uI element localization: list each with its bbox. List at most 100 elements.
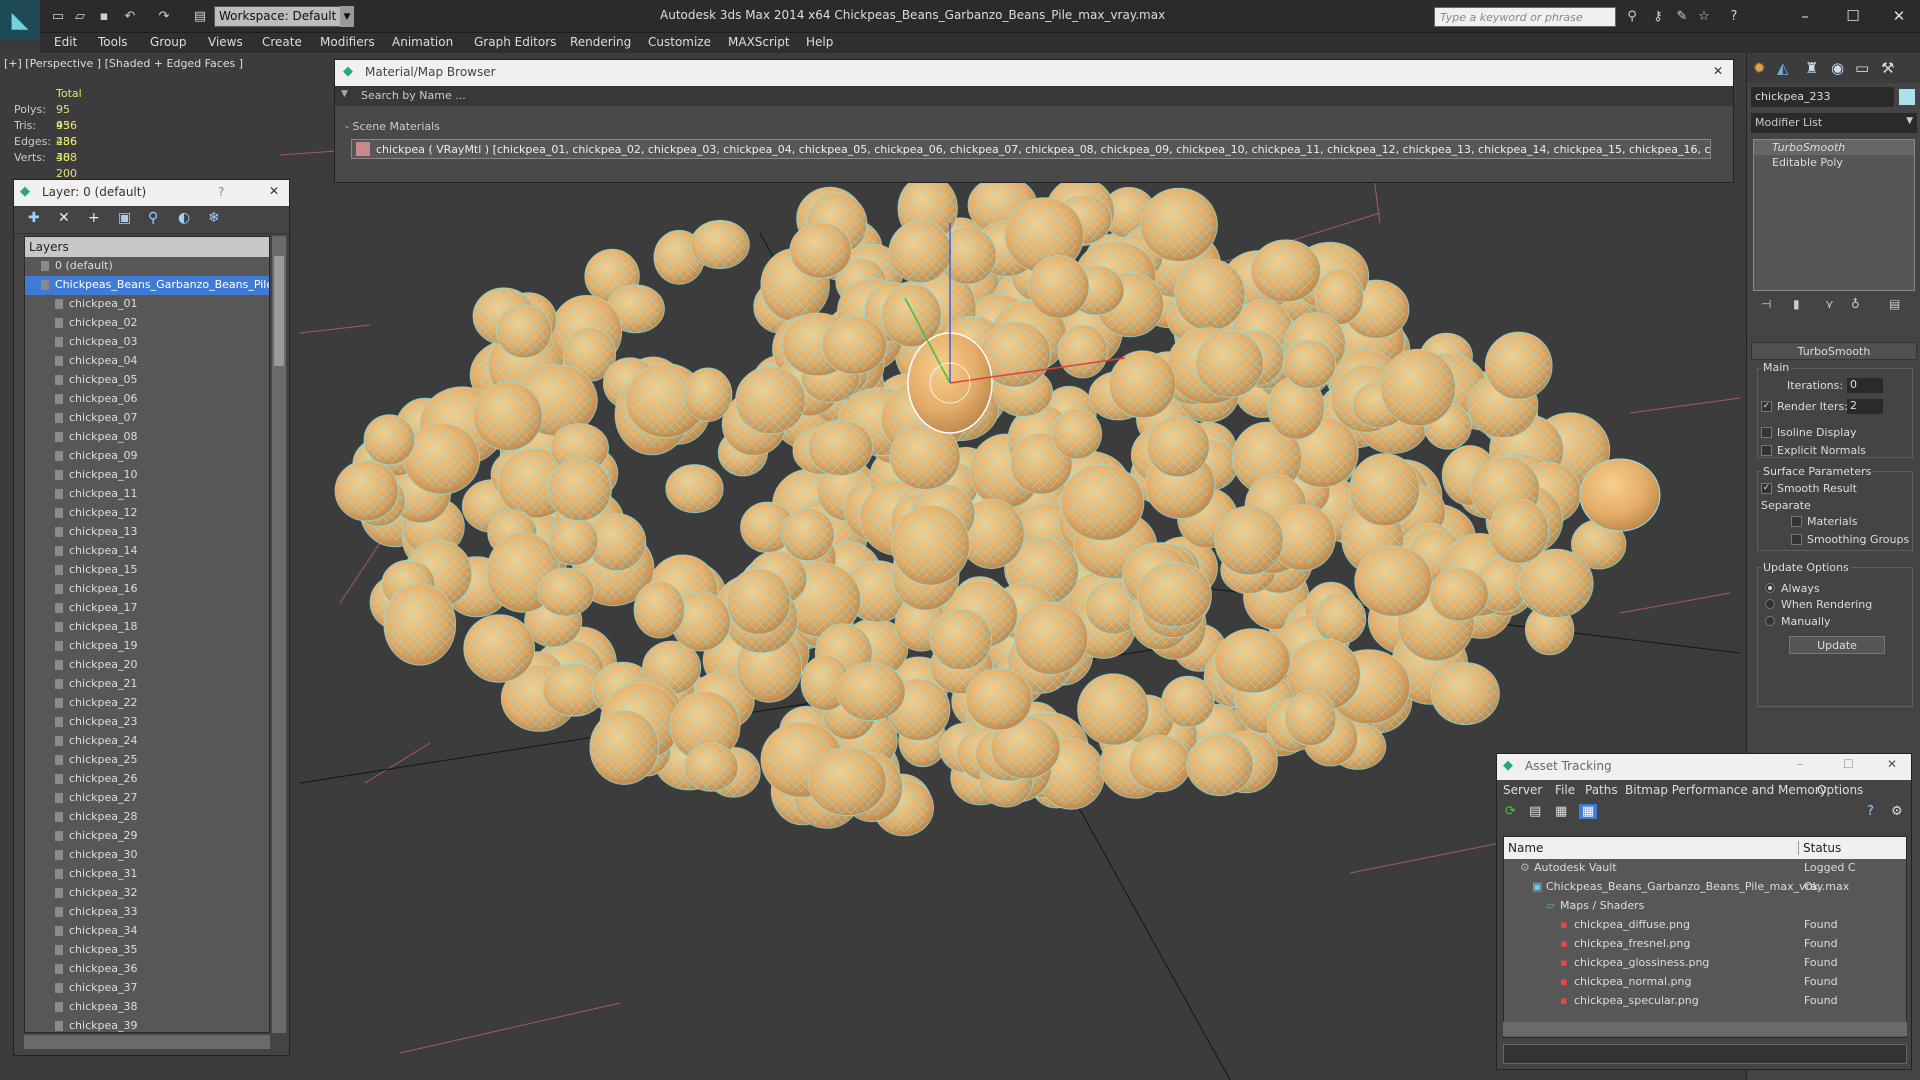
maximize-button[interactable]: ☐ [1838,4,1868,28]
layer-object-row[interactable]: chickpea_23 [25,713,269,732]
layer-row-default[interactable]: 0 (default) [25,257,269,276]
update-always-radio[interactable] [1765,583,1775,593]
update-when-rendering-radio[interactable] [1765,599,1775,609]
isoline-display-checkbox[interactable] [1761,427,1772,438]
communication-icon[interactable]: ✎ [1672,6,1692,26]
object-name-field[interactable]: chickpea_233 [1751,87,1894,107]
layer-object-row[interactable]: chickpea_34 [25,922,269,941]
asset-row[interactable]: ▣ Chickpeas_Beans_Garbanzo_Beans_Pile_max… [1504,878,1906,897]
layer-object-row[interactable]: chickpea_07 [25,409,269,428]
menu-paths[interactable]: Paths [1585,783,1618,797]
asset-tracking-title-bar[interactable]: ◆ Asset Tracking – ☐ ✕ [1497,754,1911,780]
menu-edit[interactable]: Edit [54,35,77,49]
layer-object-row[interactable]: chickpea_05 [25,371,269,390]
render-iters-spinner[interactable]: 2 [1847,399,1883,414]
undo-icon[interactable]: ↶ [120,6,140,26]
list-view-icon[interactable]: ▤ [1529,804,1541,819]
layer-object-row[interactable]: chickpea_20 [25,656,269,675]
menu-rendering[interactable]: Rendering [570,35,631,49]
layer-object-row[interactable]: chickpea_29 [25,827,269,846]
layer-object-row[interactable]: chickpea_33 [25,903,269,922]
key-icon[interactable]: ⚷ [1648,6,1668,26]
layer-object-row[interactable]: chickpea_28 [25,808,269,827]
status-column-header[interactable]: Status [1798,841,1841,855]
project-folder-icon[interactable]: ▤ [190,6,210,26]
configure-modifier-sets-icon[interactable]: ▤ [1889,297,1900,311]
layer-object-row[interactable]: chickpea_12 [25,504,269,523]
help-icon[interactable]: ? [1724,6,1744,26]
layer-object-row[interactable]: chickpea_32 [25,884,269,903]
viewport-label[interactable]: [+] [Perspective ] [Shaded + Edged Faces… [4,57,243,70]
layer-object-row[interactable]: chickpea_17 [25,599,269,618]
iterations-spinner[interactable]: 0 [1847,378,1883,393]
open-file-icon[interactable]: ▱ [70,6,90,26]
layer-object-row[interactable]: chickpea_10 [25,466,269,485]
display-tab-icon[interactable]: ▭ [1855,59,1869,77]
close-icon[interactable]: ✕ [1887,757,1897,771]
layer-object-row[interactable]: chickpea_24 [25,732,269,751]
select-objects-icon[interactable]: ▣ [118,210,131,226]
material-search-input[interactable]: ▼ Search by Name ... [335,86,1733,106]
layer-object-row[interactable]: chickpea_30 [25,846,269,865]
close-icon[interactable]: ✕ [1713,64,1723,78]
show-end-result-icon[interactable]: ▮ [1793,297,1800,311]
layer-object-row[interactable]: chickpea_31 [25,865,269,884]
menu-server[interactable]: Server [1503,783,1542,797]
layers-column-header[interactable]: Layers [25,237,269,257]
layer-list-horizontal-scrollbar[interactable] [24,1035,270,1049]
highlight-layer-icon[interactable]: ⚲ [148,210,158,226]
menu-help[interactable]: Help [806,35,833,49]
menu-tools[interactable]: Tools [98,35,128,49]
workspace-dropdown[interactable]: Workspace: Default [214,6,354,27]
modify-tab-icon[interactable]: ◭ [1777,59,1789,77]
asset-row[interactable]: ▱ Maps / Shaders [1504,897,1906,916]
star-icon[interactable]: ☆ [1694,6,1714,26]
create-tab-icon[interactable]: ✹ [1753,59,1766,77]
scene-materials-header[interactable]: - Scene Materials [345,120,440,133]
layer-object-row[interactable]: chickpea_27 [25,789,269,808]
menu-views[interactable]: Views [208,35,243,49]
close-icon[interactable]: ✕ [269,184,279,198]
asset-table-scrollbar[interactable] [1503,1022,1907,1036]
update-manually-radio[interactable] [1765,616,1775,626]
layer-object-row[interactable]: chickpea_01 [25,295,269,314]
new-layer-icon[interactable]: ✚ [28,210,40,226]
save-icon[interactable]: ▪ [94,6,114,26]
menu-animation[interactable]: Animation [392,35,453,49]
layer-object-row[interactable]: chickpea_18 [25,618,269,637]
layer-object-row[interactable]: chickpea_22 [25,694,269,713]
scrollbar-thumb[interactable] [274,256,284,366]
layer-object-row[interactable]: chickpea_26 [25,770,269,789]
object-color-swatch[interactable] [1899,89,1915,105]
render-iters-checkbox[interactable]: ✓ [1761,401,1772,412]
menu-group[interactable]: Group [150,35,187,49]
layer-row-pile[interactable]: Chickpeas_Beans_Garbanzo_Beans_Pile [25,276,269,295]
layer-object-row[interactable]: chickpea_04 [25,352,269,371]
help-icon[interactable]: ? [218,185,224,199]
modifier-list-dropdown[interactable]: Modifier List ▼ [1751,113,1917,133]
layer-object-row[interactable]: chickpea_35 [25,941,269,960]
asset-row[interactable]: ▪ chickpea_specular.png Found [1504,992,1906,1011]
name-column-header[interactable]: Name [1508,841,1543,855]
layer-object-row[interactable]: chickpea_14 [25,542,269,561]
pin-stack-icon[interactable]: ⊣ [1761,297,1771,311]
layer-list-scrollbar[interactable] [272,236,286,1033]
minimize-button[interactable]: – [1790,4,1820,28]
stack-item-editable-poly[interactable]: Editable Poly [1754,155,1914,170]
help-icon[interactable]: ? [1867,804,1874,819]
material-browser-title-bar[interactable]: ◆ Material/Map Browser ✕ [335,60,1733,86]
minimize-icon[interactable]: – [1797,757,1803,771]
layer-object-row[interactable]: chickpea_13 [25,523,269,542]
close-button[interactable]: ✕ [1884,4,1914,28]
menu-file[interactable]: File [1555,783,1575,797]
layer-object-row[interactable]: chickpea_37 [25,979,269,998]
material-entry[interactable]: chickpea ( VRayMtl ) [chickpea_01, chick… [351,139,1711,159]
freeze-all-icon[interactable]: ❄ [208,210,220,226]
menu-maxscript[interactable]: MAXScript [728,35,790,49]
new-file-icon[interactable]: ▭ [48,6,68,26]
asset-row[interactable]: ▪ chickpea_normal.png Found [1504,973,1906,992]
layer-object-row[interactable]: chickpea_39 [25,1017,269,1032]
binoculars-icon[interactable]: ⚲ [1622,6,1642,26]
motion-tab-icon[interactable]: ◉ [1831,59,1844,77]
utilities-tab-icon[interactable]: ⚒ [1881,59,1894,77]
